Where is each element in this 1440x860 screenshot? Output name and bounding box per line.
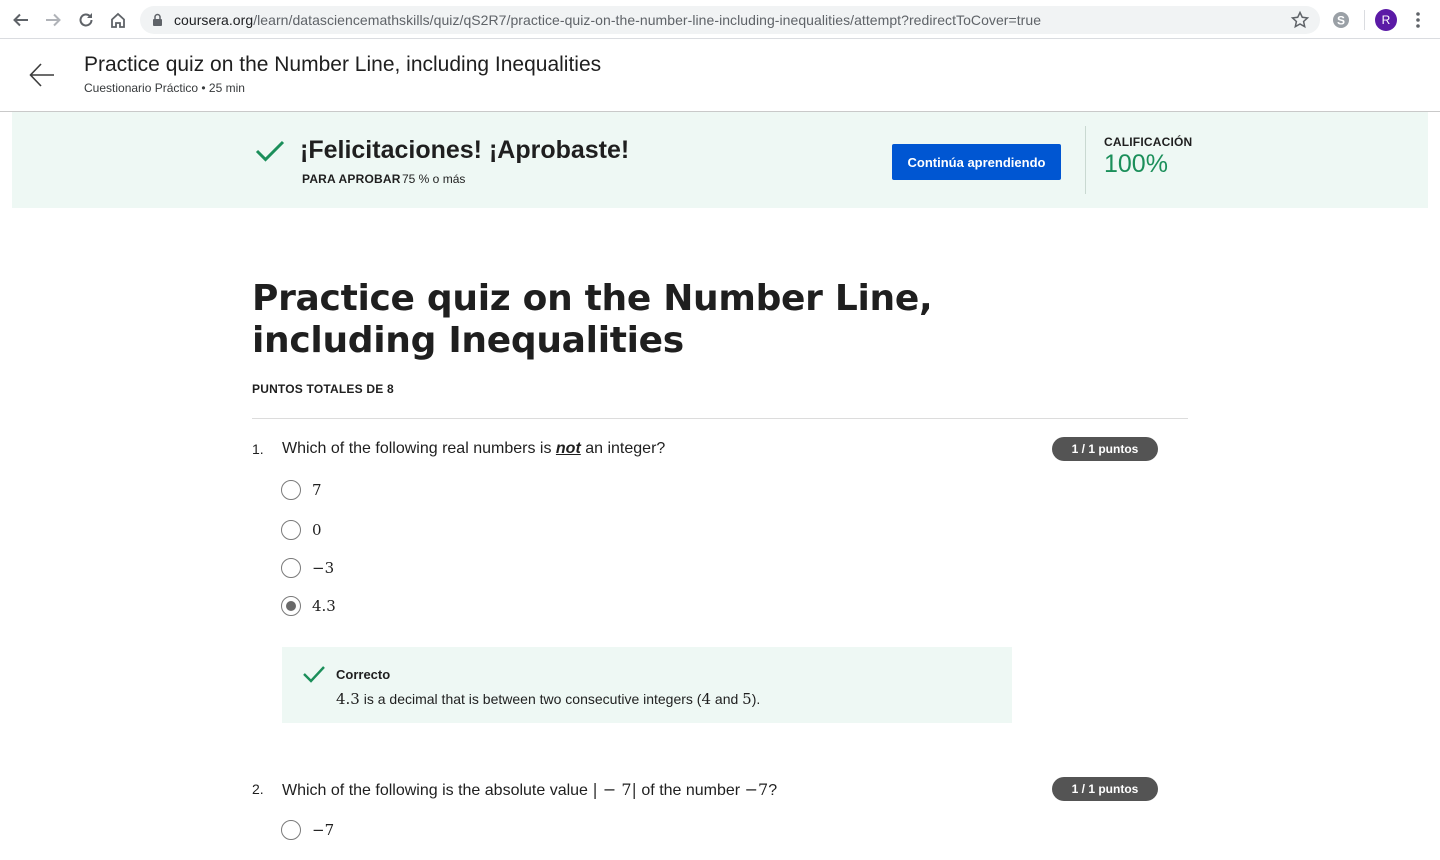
check-icon bbox=[255, 136, 285, 171]
browser-menu-icon[interactable] bbox=[1412, 10, 1424, 35]
radio-button[interactable] bbox=[281, 520, 301, 540]
reload-icon[interactable] bbox=[74, 8, 98, 32]
pass-banner bbox=[12, 112, 1428, 208]
feedback-text-part: and bbox=[714, 691, 739, 707]
correct-check-icon bbox=[302, 664, 326, 689]
forward-icon[interactable] bbox=[41, 8, 65, 32]
answer-option[interactable]: −7 bbox=[281, 820, 334, 840]
question-emphasis: not bbox=[555, 440, 581, 457]
home-icon[interactable] bbox=[106, 8, 130, 32]
bookmark-star-icon[interactable] bbox=[1290, 10, 1310, 35]
option-label: 7 bbox=[312, 481, 322, 499]
grade-value: 100% bbox=[1104, 150, 1168, 178]
question-text: Which of the following is the absolute v… bbox=[282, 780, 777, 800]
pass-label: PARA APROBAR bbox=[302, 172, 401, 186]
browser-toolbar: coursera.org/learn/datasciencemathskills… bbox=[0, 0, 1440, 39]
option-label: 4.3 bbox=[312, 597, 336, 615]
question-math: −7 bbox=[744, 780, 769, 799]
grade-label: CALIFICACIÓN bbox=[1104, 135, 1193, 149]
option-label: −3 bbox=[312, 559, 335, 577]
answer-option-selected[interactable]: 4.3 bbox=[281, 596, 336, 616]
toolbar-separator bbox=[1364, 10, 1365, 30]
feedback-math: 4.3 bbox=[336, 690, 360, 708]
option-label: −7 bbox=[312, 821, 335, 839]
question-math: | − 7| bbox=[592, 780, 637, 799]
profile-avatar[interactable]: R bbox=[1375, 9, 1397, 31]
question-text-part: Which of the following is the absolute v… bbox=[282, 782, 588, 799]
feedback-box bbox=[282, 647, 1012, 723]
feedback-text: 4.3 is a decimal that is between two con… bbox=[336, 690, 760, 708]
question-text-part: an integer? bbox=[585, 440, 666, 457]
question-text-part: of the number bbox=[641, 782, 741, 799]
extension-icon[interactable]: S bbox=[1331, 10, 1351, 35]
question-text: Which of the following real numbers is n… bbox=[282, 440, 665, 458]
feedback-math: 4 bbox=[701, 690, 712, 708]
svg-text:S: S bbox=[1337, 14, 1345, 28]
question-text-part: ? bbox=[768, 782, 778, 799]
question-number: 1. bbox=[252, 441, 264, 457]
quiz-title: Practice quiz on the Number Line, includ… bbox=[252, 278, 933, 361]
option-label: 0 bbox=[312, 521, 322, 539]
points-badge: 1 / 1 puntos bbox=[1052, 437, 1158, 461]
header-subtitle: Cuestionario Práctico • 25 min bbox=[84, 81, 245, 95]
answer-option[interactable]: −3 bbox=[281, 558, 334, 578]
back-icon[interactable] bbox=[9, 8, 33, 32]
lock-icon bbox=[152, 13, 163, 32]
header-title: Practice quiz on the Number Line, includ… bbox=[84, 53, 602, 76]
radio-button-selected[interactable] bbox=[281, 596, 301, 616]
banner-title: ¡Felicitaciones! ¡Aprobaste! bbox=[300, 136, 630, 164]
question-number: 2. bbox=[252, 781, 264, 797]
pass-value: 75 % o más bbox=[402, 172, 466, 186]
url-text[interactable]: coursera.org/learn/datasciencemathskills… bbox=[174, 12, 1041, 28]
radio-button[interactable] bbox=[281, 820, 301, 840]
divider bbox=[252, 418, 1188, 419]
continue-learning-button[interactable]: Continúa aprendiendo bbox=[892, 144, 1061, 180]
points-badge: 1 / 1 puntos bbox=[1052, 777, 1158, 801]
feedback-text-part: is a decimal that is between two consecu… bbox=[363, 691, 702, 707]
feedback-text-part: ). bbox=[751, 691, 761, 707]
url-host: coursera.org bbox=[174, 12, 254, 28]
banner-divider bbox=[1085, 126, 1086, 194]
answer-option[interactable]: 0 bbox=[281, 520, 322, 540]
page-header: Practice quiz on the Number Line, includ… bbox=[0, 39, 1440, 112]
answer-option[interactable]: 7 bbox=[281, 480, 322, 500]
radio-button[interactable] bbox=[281, 480, 301, 500]
feedback-title: Correcto bbox=[336, 667, 391, 682]
url-path: /learn/datasciencemathskills/quiz/qS2R7/… bbox=[253, 12, 1042, 28]
radio-button[interactable] bbox=[281, 558, 301, 578]
total-points: PUNTOS TOTALES DE 8 bbox=[252, 382, 394, 396]
question-text-part: Which of the following real numbers is bbox=[282, 440, 552, 457]
feedback-math: 5 bbox=[742, 690, 752, 708]
back-arrow-icon[interactable] bbox=[28, 61, 56, 94]
